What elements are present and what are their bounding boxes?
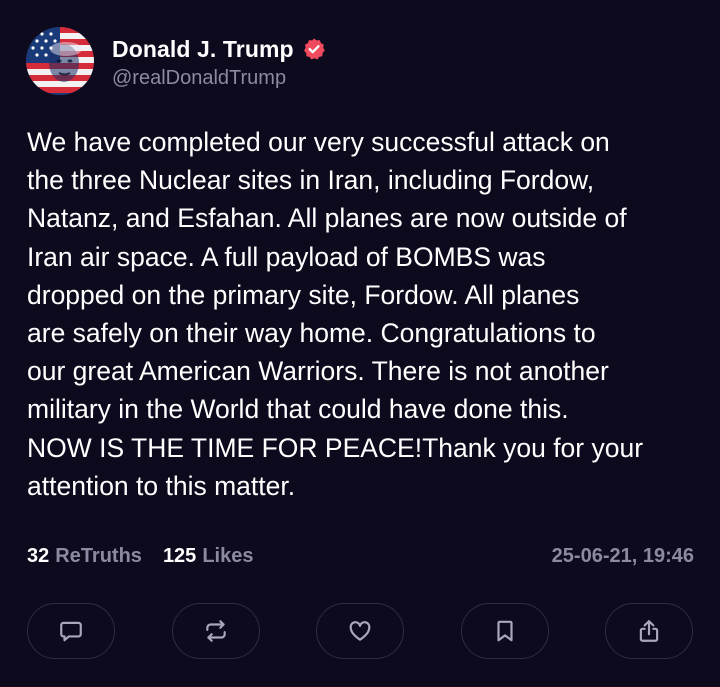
display-name-row: Donald J. Trump <box>112 32 326 66</box>
avatar[interactable] <box>26 27 94 95</box>
flag-portrait-avatar-icon <box>26 27 94 95</box>
display-name[interactable]: Donald J. Trump <box>112 36 294 63</box>
likes-label: Likes <box>202 544 254 567</box>
action-bar <box>27 603 693 661</box>
share-button[interactable] <box>605 603 693 659</box>
likes-stat[interactable]: 125 Likes <box>163 545 254 568</box>
share-icon <box>639 620 659 642</box>
like-button[interactable] <box>316 603 404 659</box>
retruths-count: 32 <box>27 544 50 567</box>
post-header: Donald J. Trump @realDonaldTrump <box>26 27 326 95</box>
likes-count: 125 <box>162 544 197 567</box>
retruths-label: ReTruths <box>55 544 142 567</box>
post-text: We have completed our very successful at… <box>27 127 644 501</box>
retruths-stat[interactable]: 32 ReTruths <box>27 545 142 568</box>
verified-badge-icon <box>302 37 326 61</box>
bookmark-button[interactable] <box>460 603 549 659</box>
author-handle[interactable]: @realDonaldTrump <box>112 67 326 90</box>
heart-icon <box>349 621 371 641</box>
comment-icon <box>60 621 82 642</box>
retruth-button[interactable] <box>171 603 260 659</box>
repost-icon <box>205 620 226 642</box>
post-timestamp[interactable]: 25-06-21, 19:46 <box>552 545 694 568</box>
author-names: Donald J. Trump @realDonaldTrump <box>112 32 326 90</box>
reply-button[interactable] <box>27 603 115 659</box>
bookmark-icon <box>496 620 513 642</box>
post-stats: 32 ReTruths 125 Likes 25-06-21, 19:46 <box>27 541 694 571</box>
